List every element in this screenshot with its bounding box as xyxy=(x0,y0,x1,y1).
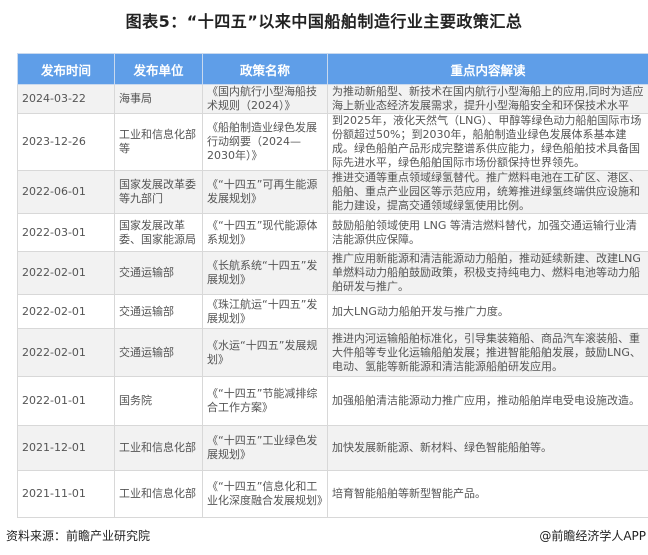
cell-date: 2023-12-26 xyxy=(17,113,115,171)
cell-key-content: 加大LNG动力船舶开发与推广力度。 xyxy=(327,294,648,329)
cell-issuer: 交通运输部 xyxy=(114,294,203,329)
cell-policy-name: 《珠江航运“十四五”发展规划》 xyxy=(202,294,328,329)
cell-issuer: 国家发展改革委等九部门 xyxy=(114,170,203,214)
cell-date: 2021-12-01 xyxy=(17,425,115,471)
credit-note: @前瞻经济学人APP xyxy=(539,529,646,543)
cell-issuer: 交通运输部 xyxy=(114,328,203,377)
header-issuer: 发布单位 xyxy=(114,53,203,85)
policy-table: 发布时间 发布单位 政策名称 重点内容解读 2024-03-22 海事局 《国内航行… xyxy=(17,53,648,518)
cell-key-content: 加强船舶清洁能源动力推广应用，推动船舶岸电受电设施改造。 xyxy=(327,376,648,426)
table-row: 2021-12-01 工业和信息化部 《“十四五”工业绿色发展规划》 加快发展新能源、… xyxy=(17,425,648,471)
source-note: 资料来源：前瞻产业研究院 xyxy=(6,529,151,543)
cell-issuer: 工业和信息化部等 xyxy=(114,113,203,171)
cell-key-content: 推进内河运输船舶标准化，引导集装箱船、商品汽车滚装船、重大件船等专业化运输船舶发… xyxy=(327,328,648,377)
cell-key-content: 鼓励船舶领域使用 LNG 等清洁燃料替代，加强交通运输行业清洁能源供应保障。 xyxy=(327,213,648,252)
cell-policy-name: 《“十四五”可再生能源发展规划》 xyxy=(202,170,328,214)
cell-policy-name: 《水运“十四五”发展规划》 xyxy=(202,328,328,377)
cell-policy-name: 《国内航行小型海船技术规则（2024）》 xyxy=(202,84,328,114)
table-row: 2024-03-22 海事局 《国内航行小型海船技术规则（2024）》 为推动新船型、… xyxy=(17,84,648,114)
cell-policy-name: 《长航系统“十四五”发展规划》 xyxy=(202,251,328,295)
cell-issuer: 海事局 xyxy=(114,84,203,114)
page-title: 图表5：“十四五”以来中国船舶制造行业主要政策汇总 xyxy=(125,12,523,31)
table-row: 2022-02-01 交通运输部 《珠江航运“十四五”发展规划》 加大LNG动力船舶开… xyxy=(17,294,648,329)
cell-issuer: 国家发展改革委、国家能源局 xyxy=(114,213,203,252)
cell-policy-name: 《“十四五”节能减排综合工作方案》 xyxy=(202,376,328,426)
cell-date: 2022-06-01 xyxy=(17,170,115,214)
cell-date: 2022-02-01 xyxy=(17,294,115,329)
cell-policy-name: 《“十四五”信息化和工业化深度融合发展规划》 xyxy=(202,470,328,518)
header-date: 发布时间 xyxy=(17,53,115,85)
table-row: 2022-01-01 国务院 《“十四五”节能减排综合工作方案》 加强船舶清洁能源动力… xyxy=(17,376,648,426)
cell-policy-name: 《“十四五”现代能源体系规划》 xyxy=(202,213,328,252)
cell-key-content: 推进交通等重点领域绿氢替代。推广燃料电池在工矿区、港区、船舶、重点产业园区等示范… xyxy=(327,170,648,214)
cell-date: 2022-01-01 xyxy=(17,376,115,426)
table-row: 2022-03-01 国家发展改革委、国家能源局 《“十四五”现代能源体系规划》 鼓励… xyxy=(17,213,648,252)
cell-key-content: 到2025年，液化天然气（LNG）、甲醇等绿色动力船舶国际市场份额超过50%；到… xyxy=(327,113,648,171)
header-key-content: 重点内容解读 xyxy=(327,53,648,85)
cell-date: 2022-03-01 xyxy=(17,213,115,252)
cell-date: 2022-02-01 xyxy=(17,251,115,295)
cell-policy-name: 《“十四五”工业绿色发展规划》 xyxy=(202,425,328,471)
cell-date: 2022-02-01 xyxy=(17,328,115,377)
cell-key-content: 培育智能船舶等新型智能产品。 xyxy=(327,470,648,518)
cell-key-content: 加快发展新能源、新材料、绿色智能船舶等。 xyxy=(327,425,648,471)
cell-policy-name: 《船舶制造业绿色发展行动纲要（2024—2030年）》 xyxy=(202,113,328,171)
cell-key-content: 为推动新船型、新技术在国内航行小型海船上的应用,同时为适应海上新业态经济发展需求… xyxy=(327,84,648,114)
cell-issuer: 交通运输部 xyxy=(114,251,203,295)
table-row: 2021-11-01 工业和信息化部 《“十四五”信息化和工业化深度融合发展规划》培… xyxy=(17,470,648,518)
cell-issuer: 国务院 xyxy=(114,376,203,426)
cell-date: 2024-03-22 xyxy=(17,84,115,114)
table-row: 2022-02-01 交通运输部 《长航系统“十四五”发展规划》 推广应用新能源和清洁… xyxy=(17,251,648,295)
cell-key-content: 推广应用新能源和清洁能源动力船舶，推动延续新建、改建LNG单燃料动力船舶鼓励政策… xyxy=(327,251,648,295)
cell-issuer: 工业和信息化部 xyxy=(114,470,203,518)
table-row: 2022-06-01 国家发展改革委等九部门 《“十四五”可再生能源发展规划》 推进交… xyxy=(17,170,648,214)
table-header-row: 发布时间 发布单位 政策名称 重点内容解读 xyxy=(17,53,648,85)
table-row: 2022-02-01 交通运输部 《水运“十四五”发展规划》 推进内河运输船舶标准化，… xyxy=(17,328,648,377)
cell-issuer: 工业和信息化部 xyxy=(114,425,203,471)
table-row: 2023-12-26 工业和信息化部等 《船舶制造业绿色发展行动纲要（2024—20… xyxy=(17,113,648,171)
header-policy-name: 政策名称 xyxy=(202,53,328,85)
cell-date: 2021-11-01 xyxy=(17,470,115,518)
